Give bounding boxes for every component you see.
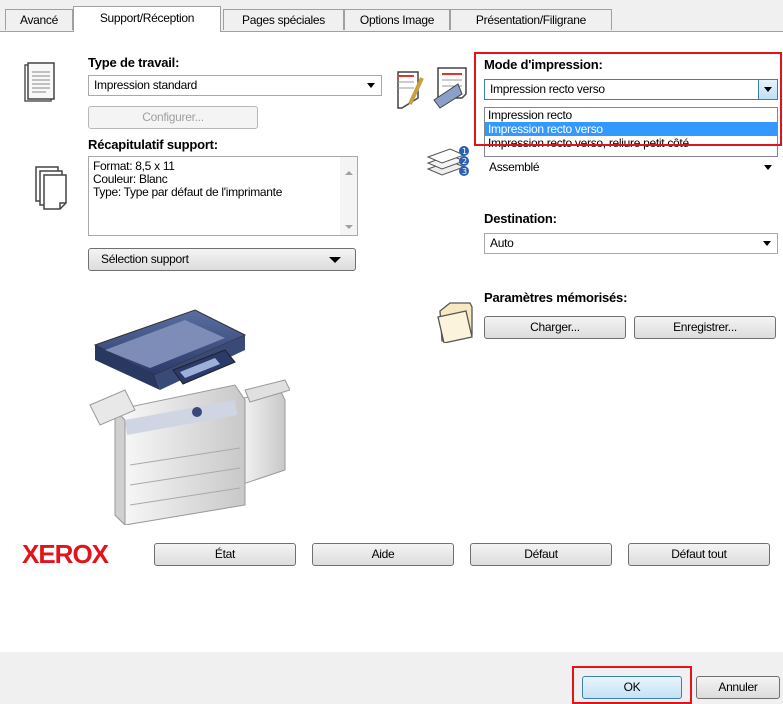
print-mode-option[interactable]: Impression recto verso, reliure petit cô… [485,136,777,150]
job-type-value: Impression standard [94,78,198,92]
media-summary-label: Récapitulatif support: [88,137,218,152]
status-button[interactable]: État [154,543,296,566]
media-select-button[interactable]: Sélection support [88,248,356,271]
chevron-down-icon [764,165,772,170]
collation-value: Assemblé [489,160,540,174]
tab-support-reception[interactable]: Support/Réception [73,6,221,32]
print-mode-select[interactable]: Impression recto verso [484,79,778,100]
destination-value: Auto [490,236,514,250]
svg-text:3: 3 [462,167,467,176]
tab-bar: Avancé Support/Réception Pages spéciales… [0,0,783,34]
load-button[interactable]: Charger... [484,316,626,339]
job-type-select[interactable]: Impression standard [88,75,382,96]
scroll-up-icon[interactable] [345,171,353,175]
chevron-down-icon [763,241,771,246]
dropdown-button[interactable] [758,80,777,99]
collation-select[interactable]: Assemblé [484,158,778,179]
svg-text:1: 1 [462,147,467,156]
printer-image [89,309,290,525]
chevron-down-icon [764,87,772,92]
collate-stack-icon: 1 2 3 [426,146,469,176]
destination-label: Destination: [484,211,557,226]
default-all-button[interactable]: Défaut tout [628,543,770,566]
duplex-mode-icon [397,67,467,109]
media-type-line: Type: Type par défaut de l'imprimante [93,185,283,199]
tab-avance[interactable]: Avancé [5,9,73,30]
print-mode-option[interactable]: Impression recto [485,108,777,122]
media-summary-box: Format: 8,5 x 11 Couleur: Blanc Type: Ty… [88,156,358,236]
tab-options-image[interactable]: Options Image [344,9,450,30]
print-mode-option-selected[interactable]: Impression recto verso [485,122,777,136]
destination-select[interactable]: Auto [484,233,778,254]
dropdown-arrow-icon [329,257,341,263]
configure-button[interactable]: Configurer... [88,106,258,129]
cancel-button[interactable]: Annuler [696,676,780,699]
chevron-down-icon [367,83,375,88]
tab-pages-speciales[interactable]: Pages spéciales [223,9,344,30]
ok-button[interactable]: OK [582,676,682,699]
default-button[interactable]: Défaut [470,543,612,566]
scrollbar[interactable] [340,157,357,235]
job-type-label: Type de travail: [88,55,180,70]
help-button[interactable]: Aide [312,543,454,566]
save-settings-button[interactable]: Enregistrer... [634,316,776,339]
folder-icon [437,302,473,343]
pages-stack-icon [35,166,67,210]
media-select-label: Sélection support [101,252,189,266]
saved-settings-label: Paramètres mémorisés: [484,290,628,305]
svg-text:2: 2 [462,157,467,166]
print-mode-label: Mode d'impression: [484,57,603,72]
xerox-logo: XEROX [22,539,109,569]
scroll-down-icon[interactable] [345,225,353,229]
tab-presentation-filigrane[interactable]: Présentation/Filigrane [450,9,612,30]
print-mode-value: Impression recto verso [490,82,605,96]
document-icon [24,62,55,102]
print-mode-dropdown-list: Impression recto Impression recto verso … [484,107,778,157]
